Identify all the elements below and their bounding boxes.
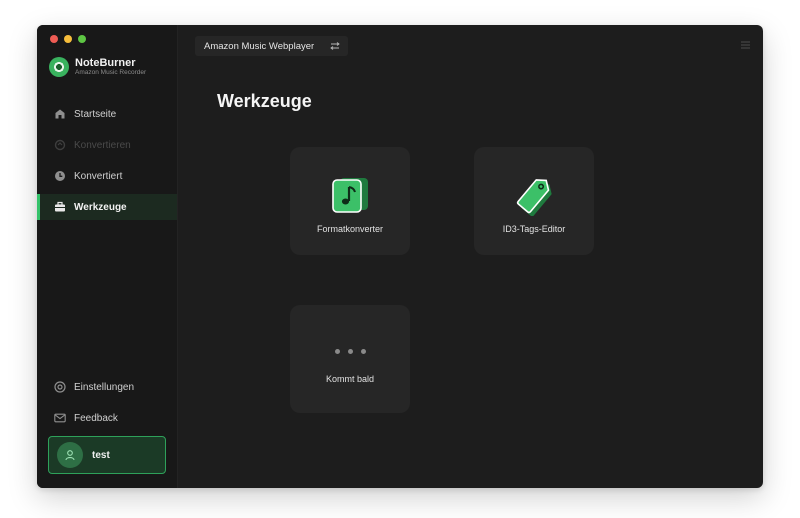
sidebar-item-label: Konvertieren bbox=[74, 139, 131, 151]
app-logo-icon bbox=[49, 57, 69, 77]
switch-source-icon[interactable] bbox=[322, 42, 340, 50]
mail-icon bbox=[54, 412, 66, 424]
home-icon bbox=[54, 108, 66, 120]
tool-card-formatkonverter[interactable]: Formatkonverter bbox=[290, 147, 410, 255]
gear-icon bbox=[54, 381, 66, 393]
sidebar-item-label: Startseite bbox=[74, 108, 117, 120]
sidebar-item-werkzeuge[interactable]: Werkzeuge bbox=[37, 194, 177, 220]
app-window: NoteBurner Amazon Music Recorder Startse… bbox=[37, 25, 763, 488]
toolbox-icon bbox=[54, 201, 66, 213]
tag-icon bbox=[512, 175, 556, 216]
user-name: test bbox=[92, 449, 110, 461]
user-icon bbox=[65, 450, 75, 461]
sidebar-item-konvertieren[interactable]: Konvertieren bbox=[37, 132, 177, 158]
menu-icon[interactable] bbox=[741, 36, 750, 54]
sidebar-item-label: Werkzeuge bbox=[74, 201, 127, 213]
window-controls bbox=[50, 35, 86, 43]
sidebar-item-label: Konvertiert bbox=[74, 170, 123, 182]
avatar bbox=[57, 442, 83, 468]
sidebar-item-einstellungen[interactable]: Einstellungen bbox=[37, 374, 177, 400]
sidebar-item-label: Feedback bbox=[74, 412, 118, 424]
tool-card-coming-soon: Kommt bald bbox=[290, 305, 410, 413]
sidebar-nav: Startseite Konvertieren Konvertiert Werk… bbox=[37, 101, 177, 225]
brand: NoteBurner Amazon Music Recorder bbox=[49, 57, 146, 77]
source-label: Amazon Music Webplayer bbox=[204, 40, 315, 52]
app-subtitle: Amazon Music Recorder bbox=[75, 69, 147, 76]
close-window-button[interactable] bbox=[50, 35, 58, 43]
app-name: NoteBurner bbox=[75, 57, 136, 69]
source-switcher[interactable]: Amazon Music Webplayer bbox=[195, 36, 349, 56]
clock-icon bbox=[54, 170, 66, 182]
maximize-window-button[interactable] bbox=[78, 35, 86, 43]
more-dots-icon bbox=[334, 345, 366, 357]
page-title: Werkzeuge bbox=[217, 91, 312, 111]
tool-card-id3-tags-editor[interactable]: ID3-Tags-Editor bbox=[474, 147, 594, 255]
minimize-window-button[interactable] bbox=[64, 35, 72, 43]
music-file-icon bbox=[328, 175, 372, 215]
tool-label: ID3-Tags-Editor bbox=[502, 224, 566, 234]
sidebar-item-label: Einstellungen bbox=[74, 381, 135, 393]
sidebar-item-feedback[interactable]: Feedback bbox=[37, 405, 177, 431]
sidebar-item-konvertiert[interactable]: Konvertiert bbox=[37, 163, 177, 189]
convert-icon bbox=[54, 139, 66, 151]
sidebar-item-startseite[interactable]: Startseite bbox=[37, 101, 177, 127]
user-account-card[interactable]: test bbox=[48, 436, 166, 474]
sidebar-bottom-nav: Einstellungen Feedback bbox=[37, 374, 177, 436]
sidebar: NoteBurner Amazon Music Recorder Startse… bbox=[37, 25, 178, 488]
tool-label: Formatkonverter bbox=[316, 224, 384, 234]
tool-label: Kommt bald bbox=[325, 374, 375, 384]
